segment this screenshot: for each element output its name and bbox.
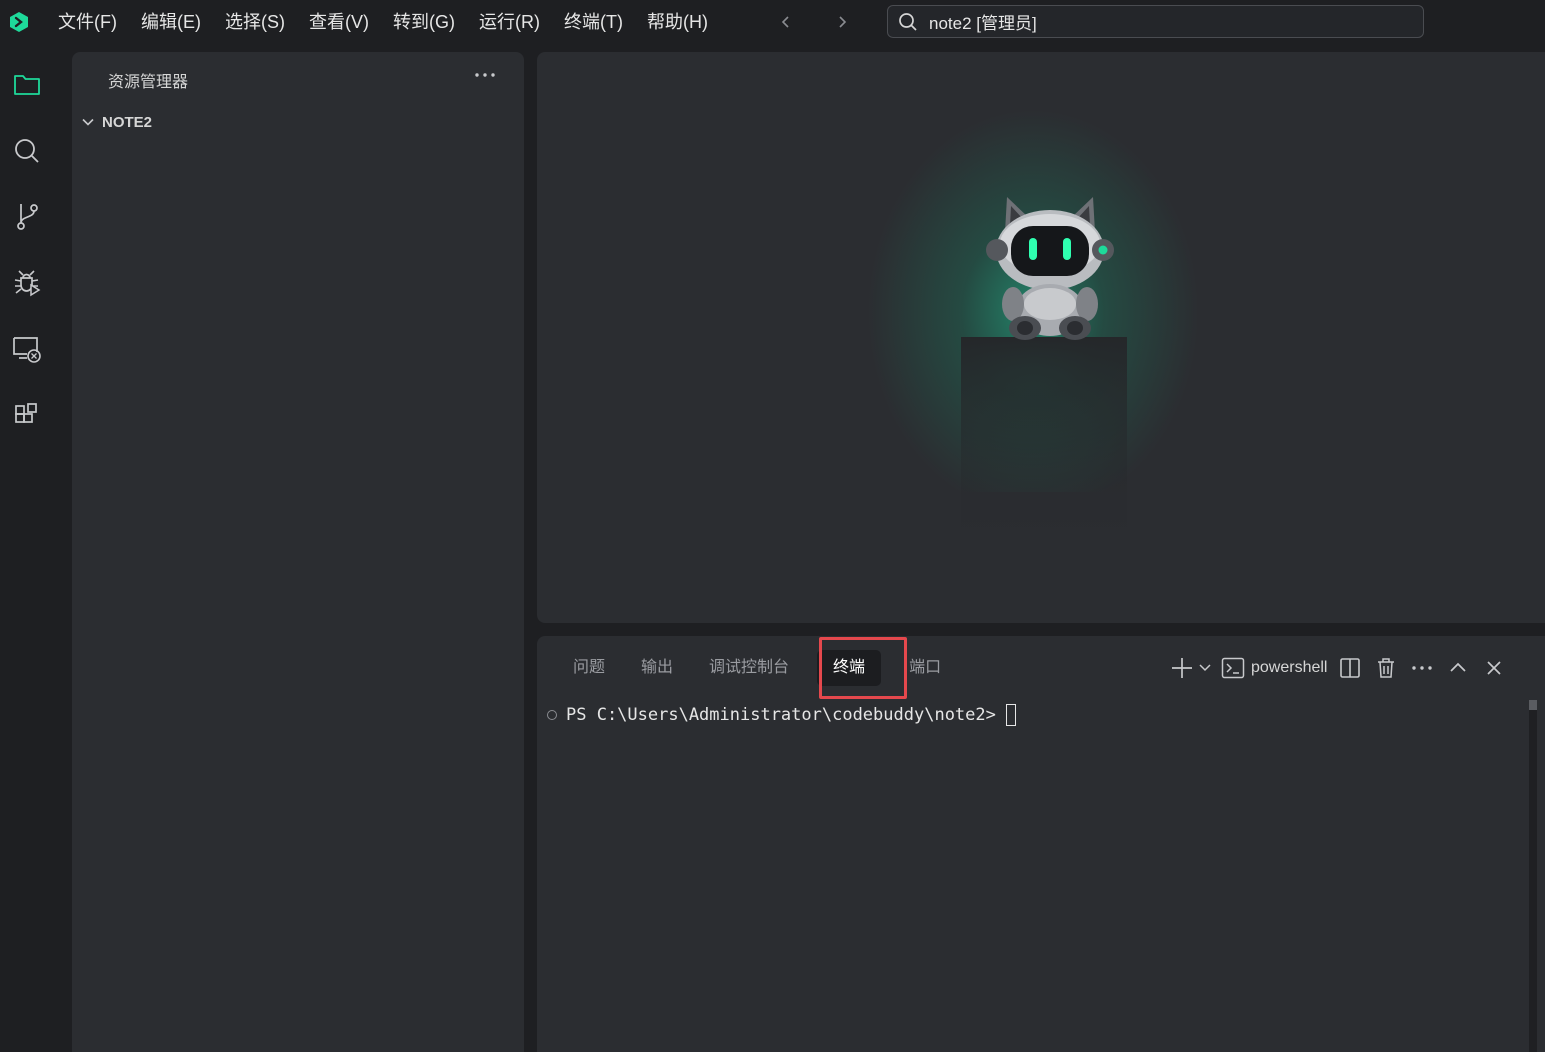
more-actions-button[interactable] xyxy=(472,64,498,86)
menu-view[interactable]: 查看(V) xyxy=(297,0,381,44)
folder-name: NOTE2 xyxy=(102,113,153,131)
tab-output[interactable]: 输出 xyxy=(625,650,689,686)
search-text: note2 [管理员] xyxy=(929,14,1037,33)
menu-file[interactable]: 文件(F) xyxy=(46,0,129,44)
terminal-scrollbar[interactable] xyxy=(1529,700,1537,1052)
more-actions-button[interactable] xyxy=(1409,654,1435,682)
close-panel-button[interactable] xyxy=(1481,654,1507,682)
trash-icon xyxy=(1378,658,1395,678)
menu-edit[interactable]: 编辑(E) xyxy=(129,0,213,44)
shell-name: powershell xyxy=(1251,659,1328,676)
terminal-profile-button[interactable]: powershell xyxy=(1221,654,1327,682)
chevron-right-icon xyxy=(839,16,847,28)
tab-debug-console[interactable]: 调试控制台 xyxy=(693,650,805,686)
activity-bar xyxy=(0,44,54,1052)
remote-explorer-icon[interactable] xyxy=(11,333,43,365)
panel-actions: powershell xyxy=(1171,654,1517,682)
search-icon xyxy=(898,11,920,33)
chevron-down-icon xyxy=(78,112,98,132)
scrollbar-thumb[interactable] xyxy=(1529,700,1537,710)
split-icon xyxy=(1340,658,1361,678)
forward-button[interactable] xyxy=(830,10,854,34)
search-icon[interactable] xyxy=(11,135,43,167)
terminal-icon xyxy=(1221,657,1245,679)
debug-icon[interactable] xyxy=(11,266,43,298)
explorer-sidebar: 资源管理器 NOTE2 xyxy=(72,52,524,1052)
menu-go[interactable]: 转到(G) xyxy=(381,0,467,44)
source-control-icon[interactable] xyxy=(11,200,43,232)
sidebar-title: 资源管理器 xyxy=(108,74,189,91)
maximize-panel-button[interactable] xyxy=(1445,654,1471,682)
app-logo-icon xyxy=(8,11,30,33)
close-icon xyxy=(1487,661,1502,675)
mascot-shelf xyxy=(961,337,1127,537)
editor-area xyxy=(537,52,1545,623)
folder-root[interactable]: NOTE2 xyxy=(78,110,152,134)
terminal-prompt: PS C:\Users\Administrator\codebuddy\note… xyxy=(566,705,996,725)
explorer-icon[interactable] xyxy=(11,68,43,100)
split-terminal-button[interactable] xyxy=(1337,654,1363,682)
plus-icon xyxy=(1172,658,1192,678)
bottom-panel: 问题 输出 调试控制台 终端 端口 powershell PS C:\Users… xyxy=(537,636,1545,1052)
chevron-up-icon xyxy=(1450,662,1467,672)
terminal-cursor xyxy=(1005,704,1016,726)
terminal-prompt-line[interactable]: PS C:\Users\Administrator\codebuddy\note… xyxy=(547,704,1016,726)
menu-bar: 文件(F) 编辑(E) 选择(S) 查看(V) 转到(G) 运行(R) 终端(T… xyxy=(46,0,720,44)
robot-mascot-image xyxy=(986,197,1114,340)
extensions-icon[interactable] xyxy=(11,399,43,431)
command-status-icon xyxy=(547,710,557,720)
title-bar: 文件(F) 编辑(E) 选择(S) 查看(V) 转到(G) 运行(R) 终端(T… xyxy=(0,0,1545,44)
menu-selection[interactable]: 选择(S) xyxy=(213,0,297,44)
menu-help[interactable]: 帮助(H) xyxy=(635,0,720,44)
chevron-down-icon xyxy=(1199,664,1211,672)
panel-tabs: 问题 输出 调试控制台 终端 端口 xyxy=(557,646,961,690)
ellipsis-icon xyxy=(1412,666,1433,670)
command-center-search[interactable]: note2 [管理员] xyxy=(887,5,1424,38)
tab-terminal[interactable]: 终端 xyxy=(817,650,882,686)
tab-ports[interactable]: 端口 xyxy=(893,650,957,686)
menu-run[interactable]: 运行(R) xyxy=(467,0,552,44)
menu-terminal[interactable]: 终端(T) xyxy=(552,0,635,44)
kill-terminal-button[interactable] xyxy=(1373,654,1399,682)
chevron-left-icon xyxy=(781,16,789,28)
ellipsis-icon xyxy=(475,73,495,77)
back-button[interactable] xyxy=(774,10,798,34)
tab-problems[interactable]: 问题 xyxy=(557,650,621,686)
new-terminal-button[interactable] xyxy=(1171,654,1211,682)
